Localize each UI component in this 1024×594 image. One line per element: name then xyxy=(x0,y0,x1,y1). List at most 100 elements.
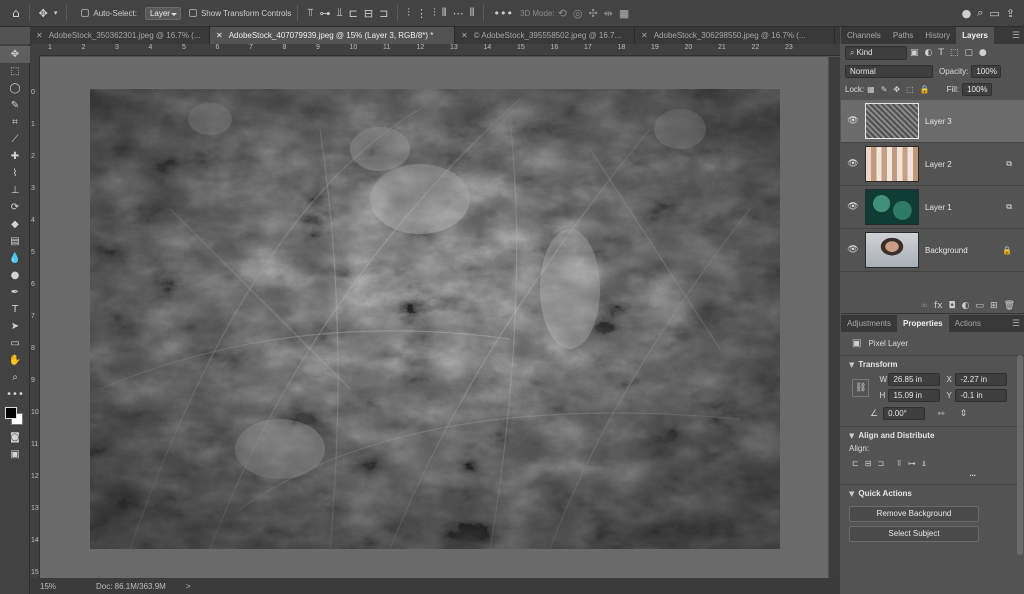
align-left-icon[interactable]: ⊏ xyxy=(349,7,358,20)
align-left-edges-icon[interactable]: ⊏ xyxy=(852,459,859,469)
flip-vertical-icon[interactable]: ⇕ xyxy=(960,409,968,419)
account-icon[interactable]: ● xyxy=(962,7,972,20)
color-swatches[interactable] xyxy=(0,403,29,429)
canvas-area[interactable] xyxy=(40,57,828,578)
y-field[interactable]: -0.1 in xyxy=(955,389,1008,402)
close-icon[interactable]: ✕ xyxy=(36,31,43,40)
document-tab[interactable]: ✕ AdobeStock_306298550.jpeg @ 16.7% (... xyxy=(635,27,835,44)
layer-row[interactable]: 👁 Layer 3 xyxy=(841,100,1024,143)
fx-icon[interactable]: fx xyxy=(934,301,943,311)
rectangle-tool-icon[interactable]: ▭ xyxy=(0,335,30,352)
eye-icon[interactable]: 👁 xyxy=(841,159,865,169)
move-tool-icon[interactable]: ✥ xyxy=(39,7,48,20)
gradient-tool-icon[interactable]: ▤ xyxy=(0,233,30,250)
layer-name[interactable]: Layer 3 xyxy=(925,117,952,126)
3d-camera-icon[interactable]: ■ xyxy=(619,7,629,20)
tab-properties[interactable]: Properties xyxy=(897,315,949,332)
auto-select-toggle[interactable]: Auto-Select: xyxy=(81,9,137,18)
link-layers-icon[interactable]: ∞ xyxy=(921,301,929,311)
distribute-vcenter-icon[interactable]: ⋮ xyxy=(416,7,427,20)
align-more-button[interactable]: ... xyxy=(841,469,1024,478)
share-icon[interactable]: ⇪ xyxy=(1006,7,1015,20)
screen-mode-icon[interactable]: ▣ xyxy=(0,446,30,463)
eye-icon[interactable]: 👁 xyxy=(841,202,865,212)
new-layer-icon[interactable]: ⊞ xyxy=(990,301,998,311)
align-hcenter-icon[interactable]: ⊟ xyxy=(364,7,373,20)
zoom-level[interactable]: 15% xyxy=(40,582,90,591)
lock-transparent-icon[interactable]: ▦ xyxy=(867,85,875,94)
adjustment-layer-icon[interactable]: ◐ xyxy=(962,301,970,311)
foreground-color-swatch[interactable] xyxy=(5,407,17,419)
dodge-tool-icon[interactable]: ● xyxy=(0,267,30,284)
group-icon[interactable]: ▭ xyxy=(976,301,985,311)
link-dimensions-icon[interactable]: ⛓ xyxy=(852,378,870,397)
width-field[interactable]: 26.85 in xyxy=(888,373,941,386)
tab-history[interactable]: History xyxy=(919,27,956,44)
type-tool-icon[interactable]: T xyxy=(0,301,30,318)
align-bottom-icon[interactable]: ⫫ xyxy=(336,6,342,20)
quick-select-tool-icon[interactable]: ✎ xyxy=(0,97,30,114)
align-right-edges-icon[interactable]: ⊐ xyxy=(877,459,884,469)
more-options-icon[interactable]: ••• xyxy=(493,7,512,20)
document-tab[interactable]: ✕ AdobeStock_350362301.jpeg @ 16.7% (... xyxy=(30,27,210,44)
align-top-edges-icon[interactable]: ⫪ xyxy=(897,459,902,469)
distribute-right-icon[interactable]: ⦀ xyxy=(470,6,475,20)
path-select-tool-icon[interactable]: ➤ xyxy=(0,318,30,335)
quick-mask-icon[interactable]: ◙ xyxy=(0,429,30,446)
delete-layer-icon[interactable]: 🗑 xyxy=(1004,301,1015,311)
distribute-left-icon[interactable]: ⦀ xyxy=(442,6,447,20)
marquee-tool-icon[interactable]: ⬚ xyxy=(0,63,30,80)
eraser-tool-icon[interactable]: ◆ xyxy=(0,216,30,233)
filter-adjustment-icon[interactable]: ◐ xyxy=(925,48,933,58)
close-icon[interactable]: ✕ xyxy=(461,31,468,40)
height-field[interactable]: 15.09 in xyxy=(888,389,941,402)
search-icon[interactable]: ⌕ xyxy=(977,6,983,20)
opacity-field[interactable]: 100% xyxy=(971,64,1002,78)
eyedropper-tool-icon[interactable]: ⟋ xyxy=(0,131,30,148)
align-header[interactable]: ▼ Align and Distribute xyxy=(841,427,1024,444)
quick-actions-header[interactable]: ▼ Quick Actions xyxy=(841,485,1024,502)
lock-position-icon[interactable]: ✥ xyxy=(893,85,900,94)
close-icon[interactable]: ✕ xyxy=(216,31,223,40)
filter-smart-object-icon[interactable]: ▢ xyxy=(964,48,973,58)
tab-layers[interactable]: Layers xyxy=(956,27,994,44)
align-vertical-centers-icon[interactable]: ⊶ xyxy=(908,459,916,469)
transform-controls-toggle[interactable]: Show Transform Controls xyxy=(188,9,291,18)
history-brush-tool-icon[interactable]: ⟳ xyxy=(0,199,30,216)
eye-icon[interactable]: 👁 xyxy=(841,245,865,255)
3d-orbit-icon[interactable]: ⟲ xyxy=(558,7,567,20)
layer-name[interactable]: Layer 1 xyxy=(925,203,952,212)
brush-tool-icon[interactable]: ⌇ xyxy=(0,165,30,182)
crop-tool-icon[interactable]: ⌗ xyxy=(0,114,30,131)
document-tab-active[interactable]: ✕ AdobeStock_407079939.jpeg @ 15% (Layer … xyxy=(210,27,455,44)
properties-scrollbar[interactable] xyxy=(1017,355,1023,555)
align-top-icon[interactable]: ⫪ xyxy=(307,6,313,20)
pen-tool-icon[interactable]: ✒ xyxy=(0,284,30,301)
tab-channels[interactable]: Channels xyxy=(841,27,887,44)
align-bottom-edges-icon[interactable]: ⫫ xyxy=(922,459,927,469)
layer-name[interactable]: Layer 2 xyxy=(925,160,952,169)
lock-artboard-icon[interactable]: ⬚ xyxy=(906,85,914,94)
3d-pan-icon[interactable]: ✣ xyxy=(588,7,597,20)
tab-actions[interactable]: Actions xyxy=(949,315,987,332)
document-tab[interactable]: ✕ © AdobeStock_395558502.jpeg @ 16.7... xyxy=(455,27,635,44)
horizontal-ruler[interactable]: 1 2 3 4 5 6 7 8 9 10 11 12 13 14 15 16 17 18 19 20 21 22 23 xyxy=(40,44,840,56)
transform-header[interactable]: ▼ Transform xyxy=(841,356,1024,373)
blend-mode-dropdown[interactable]: Normal xyxy=(845,64,933,78)
clone-stamp-tool-icon[interactable]: ⊥ xyxy=(0,182,30,199)
panel-menu-icon[interactable]: ☰ xyxy=(1012,319,1020,329)
transform-controls-checkbox[interactable] xyxy=(188,9,197,17)
distribute-top-icon[interactable]: ⫶ xyxy=(407,6,410,20)
eye-icon[interactable]: 👁 xyxy=(841,116,865,126)
panel-menu-icon[interactable]: ☰ xyxy=(1012,31,1020,41)
auto-select-checkbox[interactable] xyxy=(81,9,90,17)
filter-pixel-icon[interactable]: ▣ xyxy=(910,48,919,58)
fill-field[interactable]: 100% xyxy=(962,82,993,96)
align-vcenter-icon[interactable]: ⊶ xyxy=(319,7,330,20)
align-right-icon[interactable]: ⊐ xyxy=(379,7,388,20)
home-icon[interactable]: ⌂ xyxy=(12,6,20,20)
add-mask-icon[interactable]: ◘ xyxy=(949,301,956,311)
healing-brush-tool-icon[interactable]: ✚ xyxy=(0,148,30,165)
tab-adjustments[interactable]: Adjustments xyxy=(841,315,897,332)
status-menu-arrow[interactable]: > xyxy=(186,582,191,591)
